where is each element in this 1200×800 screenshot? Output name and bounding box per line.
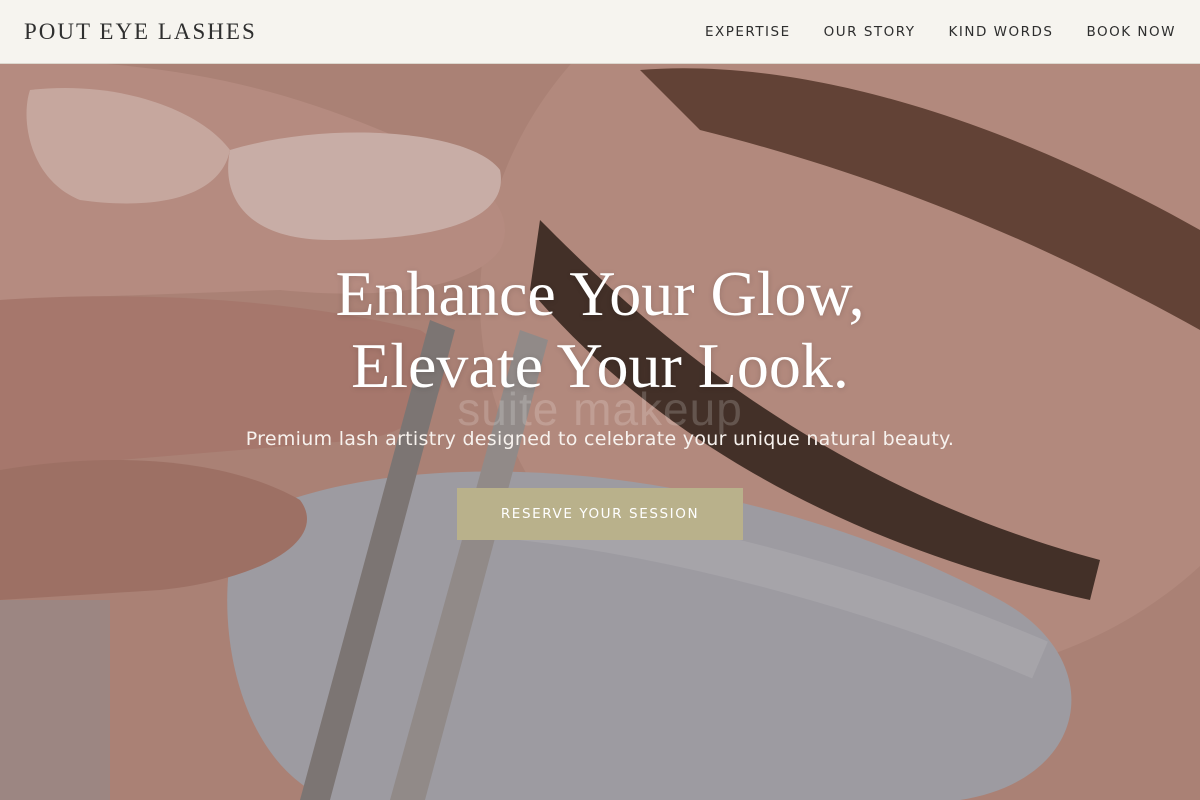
hero-headline: Enhance Your Glow, Elevate Your Look. bbox=[0, 258, 1200, 402]
hero-content: suite makeup Enhance Your Glow, Elevate … bbox=[0, 0, 1200, 800]
hero-headline-line-1: Enhance Your Glow, bbox=[335, 258, 865, 329]
reserve-session-button[interactable]: RESERVE YOUR SESSION bbox=[457, 488, 743, 540]
hero-tagline: Premium lash artistry designed to celebr… bbox=[245, 428, 955, 450]
nav-expertise[interactable]: EXPERTISE bbox=[705, 24, 791, 40]
nav-book-now[interactable]: BOOK NOW bbox=[1087, 24, 1177, 40]
hero-headline-line-2: Elevate Your Look. bbox=[351, 330, 849, 401]
site-header: POUT EYE LASHES EXPERTISE OUR STORY KIND… bbox=[0, 0, 1200, 64]
site-logo[interactable]: POUT EYE LASHES bbox=[24, 19, 257, 45]
nav-kind-words[interactable]: KIND WORDS bbox=[949, 24, 1054, 40]
nav-our-story[interactable]: OUR STORY bbox=[824, 24, 916, 40]
main-nav: EXPERTISE OUR STORY KIND WORDS BOOK NOW bbox=[705, 24, 1176, 40]
